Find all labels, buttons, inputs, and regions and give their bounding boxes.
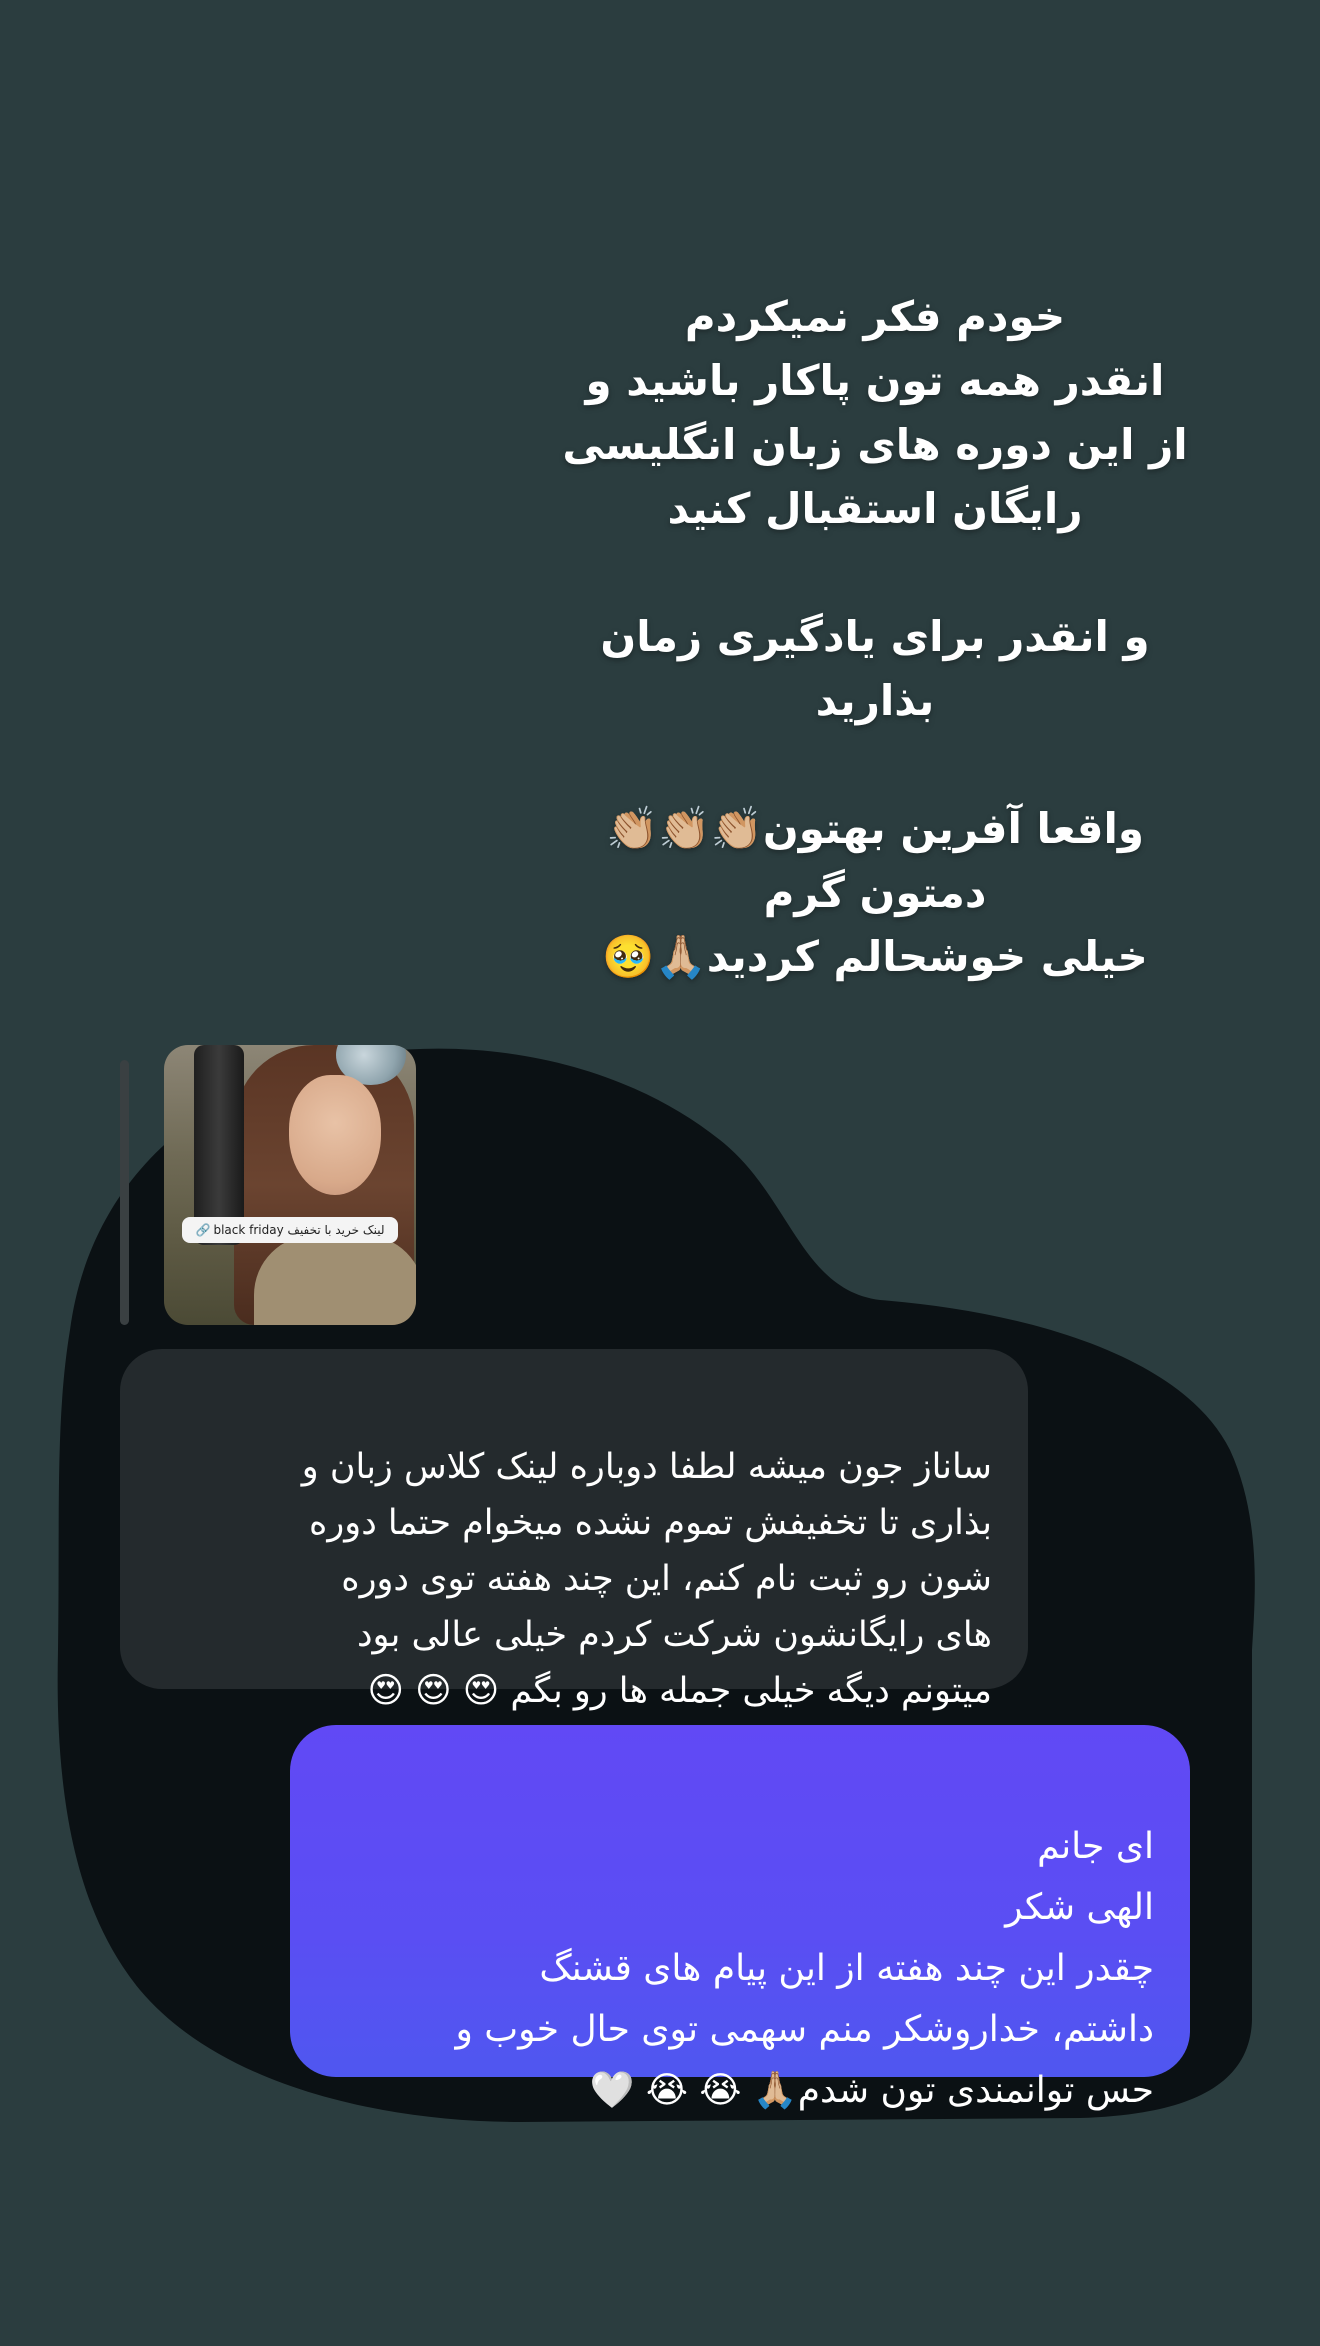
- story-headline: خودم فکر نمیکردم انقدر همه تون پاکار باش…: [562, 292, 1188, 981]
- story-link-sticker[interactable]: 🔗 black friday لینک خرید با تخفیف: [182, 1217, 398, 1243]
- sent-message-text: ای جانم الهی شکر چقدر این چند هفته از ای…: [455, 1826, 1154, 2111]
- thumbnail-product-bottle: [194, 1045, 244, 1245]
- received-message-text: ساناز جون میشه لطفا دوباره لینک کلاس زبا…: [301, 1447, 992, 1711]
- thumbnail-figure-shirt: [254, 1235, 416, 1325]
- thumbnail-figure-face: [289, 1075, 381, 1195]
- story-thumbnail[interactable]: 🔗 black friday لینک خرید با تخفیف: [164, 1045, 416, 1325]
- link-icon: 🔗: [195, 1223, 211, 1237]
- story-canvas: خودم فکر نمیکردم انقدر همه تون پاکار باش…: [0, 0, 1320, 2346]
- story-reply-bar: [120, 1060, 129, 1325]
- received-message-bubble[interactable]: ساناز جون میشه لطفا دوباره لینک کلاس زبا…: [120, 1349, 1028, 1711]
- story-link-label: black friday لینک خرید با تخفیف: [213, 1223, 385, 1237]
- sent-message-bubble[interactable]: ای جانم الهی شکر چقدر این چند هفته از ای…: [290, 1725, 1190, 2111]
